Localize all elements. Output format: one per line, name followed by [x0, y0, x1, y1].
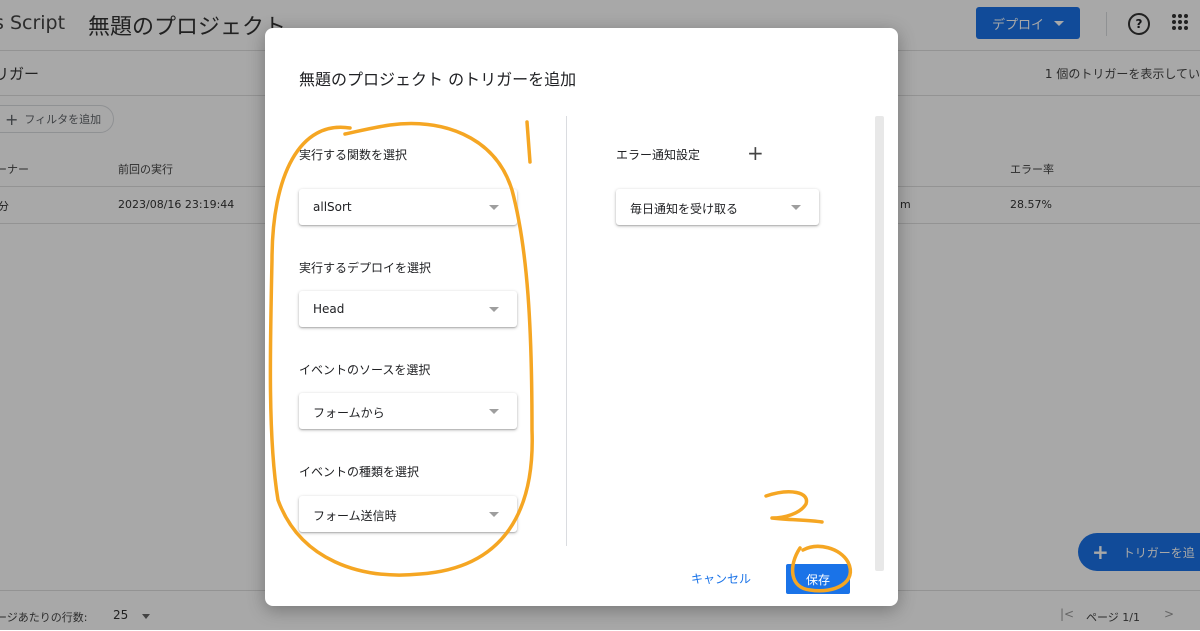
error-notification-value: 毎日通知を受け取る — [630, 202, 739, 216]
add-trigger-dialog: 無題のプロジェクト のトリガーを追加 実行する関数を選択 allSort 実行す… — [265, 28, 898, 606]
dialog-title: 無題のプロジェクト のトリガーを追加 — [299, 70, 577, 89]
function-label: 実行する関数を選択 — [299, 148, 408, 162]
column-divider — [566, 116, 567, 546]
cancel-button[interactable]: キャンセル — [677, 564, 765, 592]
event-type-value: フォーム送信時 — [313, 509, 397, 523]
error-notification-label: エラー通知設定 — [616, 148, 701, 162]
event-source-select[interactable]: フォームから — [299, 393, 517, 429]
event-source-value: フォームから — [313, 406, 385, 420]
error-notification-select[interactable]: 毎日通知を受け取る — [616, 189, 819, 225]
deployment-select[interactable]: Head — [299, 291, 517, 327]
deployment-value: Head — [313, 302, 345, 316]
dialog-scrollbar[interactable] — [875, 116, 884, 571]
save-button[interactable]: 保存 — [786, 564, 850, 594]
chevron-down-icon — [489, 307, 499, 312]
chevron-down-icon — [489, 205, 499, 210]
function-value: allSort — [313, 200, 352, 214]
function-select[interactable]: allSort — [299, 189, 517, 225]
chevron-down-icon — [489, 512, 499, 517]
chevron-down-icon — [489, 409, 499, 414]
event-source-label: イベントのソースを選択 — [299, 363, 431, 377]
add-icon[interactable]: + — [747, 143, 764, 163]
deployment-label: 実行するデプロイを選択 — [299, 261, 432, 275]
event-type-label: イベントの種類を選択 — [299, 465, 420, 479]
event-type-select[interactable]: フォーム送信時 — [299, 496, 517, 532]
chevron-down-icon — [791, 205, 801, 210]
